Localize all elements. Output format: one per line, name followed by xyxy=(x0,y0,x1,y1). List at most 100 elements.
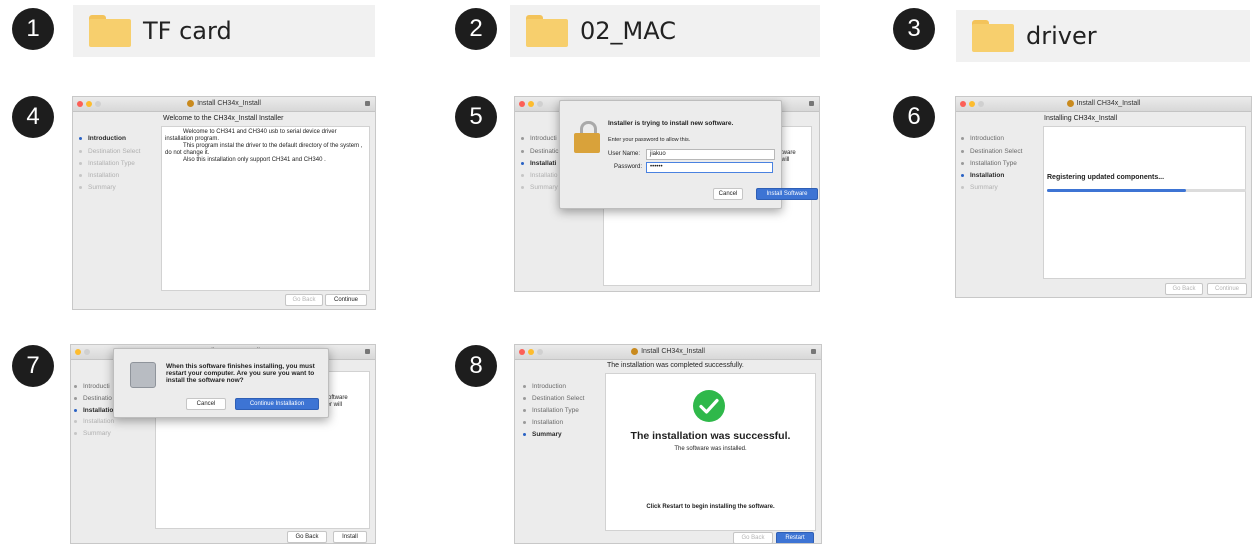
lock-icon xyxy=(811,349,816,354)
installer-package-icon xyxy=(130,362,156,388)
folder-row-tf-card[interactable]: TF card xyxy=(73,5,375,57)
close-light[interactable] xyxy=(77,101,83,107)
username-field[interactable]: jiakuo xyxy=(646,149,775,160)
restart-button[interactable]: Restart xyxy=(776,532,814,543)
continue-button[interactable]: Continue xyxy=(1207,283,1247,295)
window-title: Install CH34x_Install xyxy=(197,100,261,107)
folder-row-02-mac[interactable]: 02_MAC xyxy=(510,5,820,57)
folder-label: driver xyxy=(1026,22,1097,50)
folder-icon xyxy=(526,15,568,47)
dialog-message: When this software finishes installing, … xyxy=(166,363,315,384)
lock-icon xyxy=(365,101,370,106)
install-software-button[interactable]: Install Software xyxy=(756,188,818,200)
close-light[interactable] xyxy=(960,101,966,107)
progress-bar-fill xyxy=(1047,189,1187,192)
folder-label: 02_MAC xyxy=(580,17,676,45)
installer-icon xyxy=(631,347,639,355)
cancel-button[interactable]: Cancel xyxy=(186,398,226,410)
go-back-button[interactable]: Go Back xyxy=(287,531,327,543)
install-button[interactable]: Install xyxy=(333,531,367,543)
sidebar-item-summary: Summary xyxy=(961,184,998,191)
sidebar-item-introduction: Introducti xyxy=(521,135,557,142)
installer-window-progress: Install CH34x_Install Installing CH34x_I… xyxy=(955,96,1252,298)
folder-label: TF card xyxy=(143,17,232,45)
zoom-light[interactable] xyxy=(95,101,101,107)
sidebar-item-installation-type: Installation Type xyxy=(523,407,579,414)
lock-icon xyxy=(574,121,600,153)
sidebar-item-summary: Summary xyxy=(74,430,111,437)
sidebar-item-introduction: Introducti xyxy=(74,383,110,390)
intro-text-2: This program instal the driver to the de… xyxy=(165,143,363,156)
sidebar-item-installation: Installatio xyxy=(521,172,557,179)
window-titlebar: Install CH34x_Install xyxy=(956,97,1251,112)
minimize-light[interactable] xyxy=(86,101,92,107)
zoom-light[interactable] xyxy=(84,349,90,355)
zoom-light[interactable] xyxy=(537,101,543,107)
go-back-button[interactable]: Go Back xyxy=(1165,283,1203,295)
window-titlebar: Install CH34x_Install xyxy=(515,345,821,360)
success-subtitle: The software was installed. xyxy=(674,446,747,452)
continue-installation-button[interactable]: Continue Installation xyxy=(235,398,319,410)
go-back-button[interactable]: Go Back xyxy=(285,294,323,306)
sidebar-item-installation: Installation xyxy=(79,172,119,179)
lock-icon xyxy=(365,349,370,354)
pane-heading: Welcome to the CH34x_Install Installer xyxy=(163,115,284,122)
folder-icon xyxy=(972,20,1014,52)
installer-icon xyxy=(1066,99,1074,107)
step-badge-8: 8 xyxy=(455,345,497,387)
window-title: Install CH34x_Install xyxy=(641,348,705,355)
step-badge-6: 6 xyxy=(893,96,935,138)
sidebar-item-introduction: Introduction xyxy=(79,135,126,142)
progress-content-pane: Registering updated components... xyxy=(1043,126,1246,279)
sidebar-item-destination: Destination Select xyxy=(523,395,584,402)
zoom-light[interactable] xyxy=(978,101,984,107)
step-badge-5: 5 xyxy=(455,96,497,138)
window-titlebar: Install CH34x_Install xyxy=(73,97,375,112)
installer-window-password: Introducti Destinatic Installati Install… xyxy=(514,96,820,292)
installer-window-restart-confirm: Install CH34x_Install Introducti Destina… xyxy=(70,344,376,544)
sidebar-item-destination: Destination Select xyxy=(961,148,1022,155)
step-badge-3: 3 xyxy=(893,8,935,50)
folder-row-driver[interactable]: driver xyxy=(956,10,1250,62)
sidebar-item-installation-type: Installation Type xyxy=(961,160,1017,167)
close-light[interactable] xyxy=(75,349,81,355)
step-badge-2: 2 xyxy=(455,8,497,50)
minimize-light[interactable] xyxy=(528,101,534,107)
minimize-light[interactable] xyxy=(969,101,975,107)
step-badge-4: 4 xyxy=(12,96,54,138)
installer-window-intro: Install CH34x_Install Welcome to the CH3… xyxy=(72,96,376,310)
password-field[interactable]: •••••• xyxy=(646,162,773,173)
success-check-icon xyxy=(693,390,725,422)
folder-icon xyxy=(89,15,131,47)
pane-heading: Installing CH34x_Install xyxy=(1044,115,1118,122)
sidebar-item-introduction: Introduction xyxy=(523,383,566,390)
sidebar-item-summary: Summary xyxy=(523,431,562,438)
zoom-light[interactable] xyxy=(537,349,543,355)
close-light[interactable] xyxy=(519,101,525,107)
close-light[interactable] xyxy=(519,349,525,355)
restart-hint: Click Restart to begin installing the so… xyxy=(646,504,775,510)
cancel-button[interactable]: Cancel xyxy=(713,188,743,200)
background-text: tware will xyxy=(781,150,796,163)
sidebar-item-destination: Destination Select xyxy=(79,148,140,155)
sidebar-item-installation-type: Installati xyxy=(521,160,556,167)
go-back-button[interactable]: Go Back xyxy=(733,532,773,543)
pane-heading: The installation was completed successfu… xyxy=(607,362,744,369)
username-label: User Name: xyxy=(608,151,641,157)
intro-text-3: Also this installation only support CH34… xyxy=(183,157,326,163)
window-title: Install CH34x_Install xyxy=(1076,100,1141,107)
minimize-light[interactable] xyxy=(528,349,534,355)
sidebar-item-installation-type: Installatio xyxy=(74,407,113,414)
continue-button[interactable]: Continue xyxy=(325,294,367,306)
installer-window-summary: Install CH34x_Install The installation w… xyxy=(514,344,822,544)
restart-confirm-dialog: When this software finishes installing, … xyxy=(113,348,329,418)
dialog-title: Installer is trying to install new softw… xyxy=(608,120,734,127)
installer-icon xyxy=(187,99,195,107)
step-badge-7: 7 xyxy=(12,345,54,387)
sidebar-item-destination: Destinatic xyxy=(521,148,559,155)
sidebar-item-installation: Installation xyxy=(523,419,563,426)
sidebar-item-destination: Destinatio xyxy=(74,395,112,402)
summary-content-pane: The installation was successful. The sof… xyxy=(605,373,816,531)
sidebar-item-summary: Summary xyxy=(521,184,558,191)
dialog-prompt: Enter your password to allow this. xyxy=(608,137,691,143)
